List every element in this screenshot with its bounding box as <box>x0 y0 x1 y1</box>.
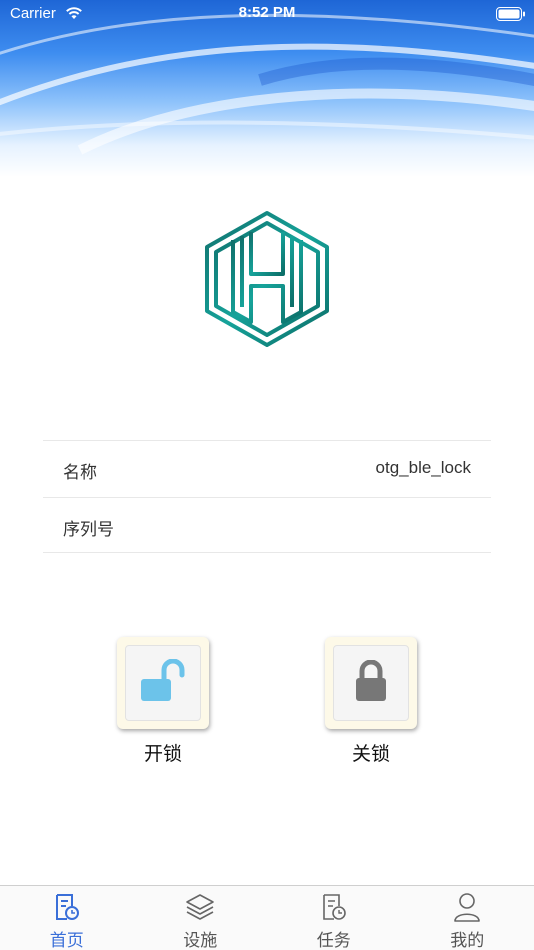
unlock-button[interactable] <box>117 637 209 729</box>
tab-home[interactable]: 首页 <box>0 886 134 950</box>
tab-tasks[interactable]: 任务 <box>267 886 401 950</box>
layers-icon <box>134 892 268 922</box>
tab-home-label: 首页 <box>49 931 84 950</box>
tab-tasks-label: 任务 <box>316 931 351 950</box>
unlock-button-face <box>125 645 201 721</box>
person-icon <box>401 892 534 922</box>
info-row-name: 名称 otg_ble_lock <box>43 440 491 497</box>
tab-facilities[interactable]: 设施 <box>134 886 268 950</box>
tab-profile[interactable]: 我的 <box>401 886 534 950</box>
info-row-serial: 序列号 <box>43 497 491 553</box>
lock-button[interactable] <box>325 637 417 729</box>
tab-profile-label: 我的 <box>450 931 485 950</box>
lock-action: 关锁 <box>325 637 417 766</box>
app-logo <box>203 210 331 348</box>
task-doc-icon <box>267 892 401 922</box>
tab-facilities-label: 设施 <box>183 931 218 950</box>
lock-button-face <box>333 645 409 721</box>
bottom-tab-bar: 首页 设施 任务 我的 <box>0 885 534 950</box>
name-value: otg_ble_lock <box>375 458 471 477</box>
unlock-label: 开锁 <box>143 743 182 765</box>
battery-icon <box>496 6 526 25</box>
unlocked-padlock-icon <box>140 658 186 707</box>
name-label: 名称 <box>63 463 97 483</box>
serial-label: 序列号 <box>63 520 114 540</box>
status-bar: Carrier 8:52 PM <box>0 0 534 28</box>
locked-padlock-icon <box>354 659 388 706</box>
lock-label: 关锁 <box>351 743 390 765</box>
device-info-list: 名称 otg_ble_lock 序列号 <box>43 440 491 553</box>
unlock-action: 开锁 <box>117 637 209 766</box>
status-time: 8:52 PM <box>238 4 296 21</box>
home-doc-icon <box>0 892 134 922</box>
